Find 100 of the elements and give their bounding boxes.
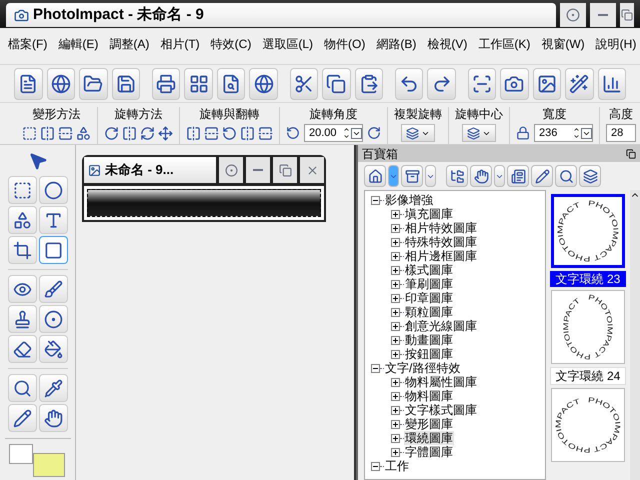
- expand-icon[interactable]: [391, 280, 400, 288]
- tree-item[interactable]: 相片特效圖庫: [404, 221, 478, 235]
- tool-button[interactable]: [8, 374, 36, 402]
- tree-item[interactable]: 工作: [384, 459, 410, 473]
- expand-icon[interactable]: [391, 252, 400, 260]
- expand-icon[interactable]: [391, 392, 400, 400]
- dropdown-button[interactable]: [388, 165, 399, 187]
- collapse-icon[interactable]: [371, 462, 380, 470]
- expand-icon[interactable]: [391, 238, 400, 246]
- toolbar-button[interactable]: [507, 165, 529, 187]
- transform-tool-button[interactable]: [204, 126, 219, 140]
- tree-item[interactable]: 特殊特效圖庫: [404, 235, 478, 249]
- toolbar-button[interactable]: [427, 68, 456, 100]
- collapse-icon[interactable]: [371, 364, 380, 372]
- toolbar-button[interactable]: [532, 68, 562, 100]
- toolbar-button[interactable]: [14, 68, 42, 100]
- transform-tool-button[interactable]: [76, 126, 91, 140]
- toolbar-button[interactable]: [470, 165, 492, 187]
- expand-icon[interactable]: [391, 406, 400, 414]
- spin-field[interactable]: 20.00: [304, 124, 363, 142]
- expand-icon[interactable]: [391, 378, 400, 386]
- menu-item[interactable]: 編輯(E): [58, 37, 98, 51]
- menu-item[interactable]: 物件(O): [324, 37, 366, 51]
- toolbar-button[interactable]: [579, 165, 601, 187]
- tree-item[interactable]: 物料圖庫: [404, 389, 454, 403]
- transform-tool-button[interactable]: [104, 126, 119, 140]
- tool-button[interactable]: [8, 236, 36, 264]
- tree-item[interactable]: 創意光線圖庫: [404, 319, 478, 333]
- tool-button[interactable]: [8, 206, 36, 234]
- tree-item[interactable]: 環繞圖庫: [404, 431, 454, 445]
- menu-item[interactable]: 相片(T): [160, 37, 200, 51]
- toolbar-button[interactable]: [184, 68, 213, 100]
- float-button[interactable]: [626, 148, 636, 158]
- transform-tool-button[interactable]: [186, 126, 201, 140]
- toolbar-button[interactable]: [216, 68, 246, 100]
- tree-item[interactable]: 物料屬性圖庫: [404, 375, 478, 389]
- menu-item[interactable]: 特效(C): [210, 37, 252, 51]
- transform-tool-button[interactable]: [22, 126, 37, 140]
- toolbar-button[interactable]: [322, 68, 351, 100]
- toolbar-button[interactable]: [565, 68, 594, 100]
- expand-icon[interactable]: [391, 420, 400, 428]
- tool-button[interactable]: [38, 206, 68, 234]
- expand-icon[interactable]: [391, 210, 400, 218]
- transform-tool-button[interactable]: [158, 126, 173, 140]
- dropdown-button[interactable]: [462, 124, 496, 142]
- toolbar-button[interactable]: [598, 68, 626, 100]
- tool-button[interactable]: [8, 176, 36, 204]
- tree-item[interactable]: 文字樣式圖庫: [404, 403, 478, 417]
- thumbnail-label[interactable]: 文字環繞 23: [550, 271, 626, 287]
- tool-button[interactable]: [38, 374, 68, 402]
- toolbar-button[interactable]: [401, 165, 423, 187]
- expand-icon[interactable]: [391, 350, 400, 358]
- tree-item[interactable]: 變形圖庫: [404, 417, 454, 431]
- expand-icon[interactable]: [391, 434, 400, 442]
- close-button[interactable]: [300, 157, 324, 183]
- foreground-color-swatch[interactable]: [8, 444, 32, 464]
- expand-icon[interactable]: [391, 322, 400, 330]
- menu-item[interactable]: 檢視(V): [427, 37, 468, 51]
- thumbnail-label[interactable]: 文字環繞 24: [550, 367, 626, 385]
- scrollbar[interactable]: [630, 190, 640, 480]
- options-button[interactable]: [219, 157, 243, 183]
- expand-icon[interactable]: [391, 294, 400, 302]
- expand-icon[interactable]: [391, 266, 400, 274]
- tree-item[interactable]: 動畫圖庫: [404, 333, 454, 347]
- toolbar-button[interactable]: [79, 68, 108, 100]
- menu-item[interactable]: 說明(H): [596, 37, 636, 51]
- toolbar-button[interactable]: [394, 68, 424, 100]
- tree-item[interactable]: 相片邊框圖庫: [404, 249, 478, 263]
- restore-button[interactable]: [273, 157, 297, 183]
- expand-icon[interactable]: [391, 224, 400, 232]
- dropdown-button[interactable]: [401, 124, 435, 142]
- menu-item[interactable]: 網路(B): [376, 37, 416, 51]
- expand-icon[interactable]: [391, 336, 400, 344]
- toolbar-button[interactable]: [531, 165, 553, 187]
- menu-item[interactable]: 調整(A): [109, 37, 150, 51]
- tool-button[interactable]: [8, 275, 36, 303]
- tool-button[interactable]: [8, 404, 36, 432]
- toolbar-button[interactable]: [46, 68, 75, 100]
- tool-button[interactable]: [38, 176, 68, 204]
- toolbar-button[interactable]: [152, 68, 180, 100]
- tree-item[interactable]: 印章圖庫: [404, 291, 454, 305]
- tool-button[interactable]: [38, 335, 68, 363]
- tree-item[interactable]: 影像增強: [384, 193, 434, 207]
- menu-item[interactable]: 檔案(F): [8, 37, 48, 51]
- collapse-icon[interactable]: [371, 196, 380, 204]
- restore-button[interactable]: [620, 3, 634, 27]
- tool-button[interactable]: [38, 236, 68, 264]
- background-color-swatch[interactable]: [32, 453, 64, 477]
- expand-icon[interactable]: [391, 448, 400, 456]
- toolbar-button[interactable]: [468, 68, 496, 100]
- transform-tool-button[interactable]: [122, 126, 137, 140]
- tree-item[interactable]: 字體圖庫: [404, 445, 454, 459]
- tree-item[interactable]: 按鈕圖庫: [404, 347, 454, 361]
- tool-button[interactable]: [8, 305, 36, 333]
- toolbar-button[interactable]: [290, 68, 318, 100]
- tree-item[interactable]: 樣式圖庫: [404, 263, 454, 277]
- height-field[interactable]: 28: [606, 124, 636, 142]
- menu-item[interactable]: 視窗(W): [541, 37, 585, 51]
- tool-button[interactable]: [8, 335, 36, 363]
- toolbar-button[interactable]: [354, 68, 384, 100]
